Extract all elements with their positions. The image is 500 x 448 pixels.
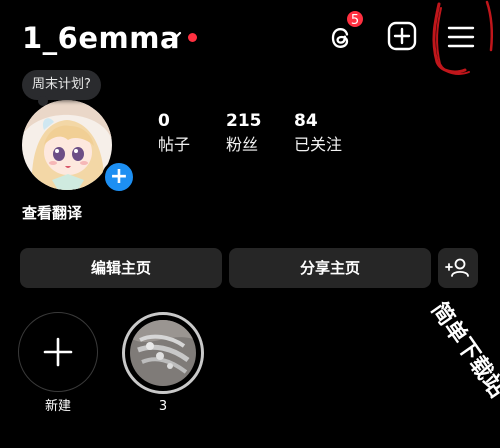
highlight-cover-image (130, 320, 196, 386)
following-label[interactable]: 已关注 (294, 134, 342, 156)
add-person-icon (445, 258, 469, 277)
followers-label[interactable]: 粉丝 (226, 134, 258, 156)
edit-profile-button[interactable]: 编辑主页 (20, 248, 222, 288)
plus-icon (43, 337, 73, 367)
chevron-down-icon[interactable] (167, 28, 183, 44)
notification-dot (188, 33, 197, 42)
add-story-button[interactable]: + (102, 160, 136, 194)
profile-username[interactable]: 1_6emma (22, 18, 180, 58)
see-translation-link[interactable]: 查看翻译 (22, 202, 82, 224)
avatar[interactable] (22, 100, 112, 190)
discover-people-button[interactable] (438, 248, 478, 288)
posts-count[interactable]: 0 (158, 110, 170, 132)
followers-count[interactable]: 215 (226, 110, 262, 132)
posts-label[interactable]: 帖子 (158, 134, 190, 156)
note-bubble[interactable]: 周末计划? (22, 70, 101, 100)
threads-badge: 5 (345, 9, 365, 29)
highlight-label-new: 新建 (44, 399, 71, 414)
highlight-cover[interactable] (130, 320, 196, 386)
avatar-illustration (22, 100, 112, 190)
plus-square-icon[interactable] (386, 20, 418, 52)
highlight-label: 3 (158, 399, 168, 414)
note-bubble-tail (38, 96, 48, 106)
watermark: 简单下载站 (425, 297, 500, 403)
hamburger-menu-icon[interactable] (445, 22, 477, 52)
following-count[interactable]: 84 (294, 110, 318, 132)
share-profile-button[interactable]: 分享主页 (229, 248, 431, 288)
